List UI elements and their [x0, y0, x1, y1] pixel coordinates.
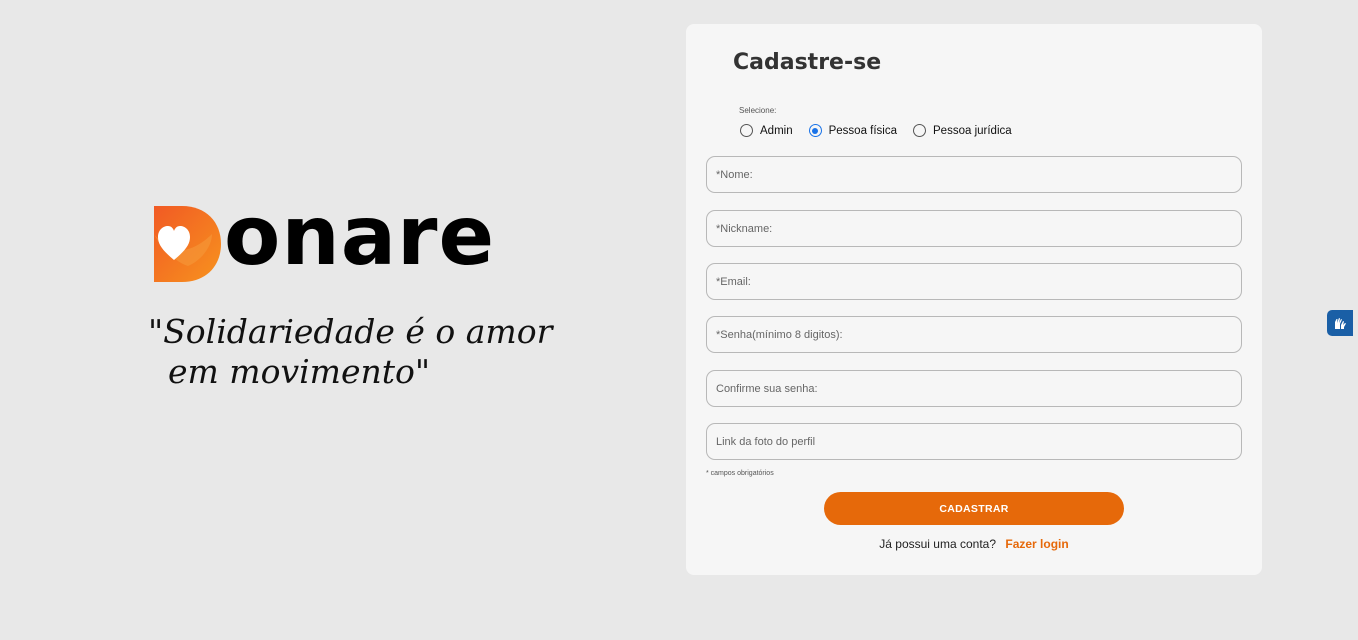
radio-pessoa-fisica[interactable]: Pessoa física — [808, 124, 898, 137]
brand-logo: onare — [152, 196, 572, 285]
hands-icon — [1335, 318, 1346, 329]
radio-checked-icon[interactable] — [808, 124, 822, 137]
confirm-field-wrapper — [706, 370, 1242, 407]
required-fields-note: * campos obrigatórios — [706, 470, 774, 477]
logo-text: onare — [224, 189, 496, 284]
radio-pessoa-fisica-label: Pessoa física — [828, 124, 898, 137]
nome-field-wrapper — [706, 156, 1242, 193]
radio-pessoa-juridica[interactable]: Pessoa jurídica — [913, 124, 1012, 137]
radio-pessoa-juridica-label: Pessoa jurídica — [933, 124, 1012, 137]
confirm-password-input[interactable] — [707, 371, 1241, 406]
sign-language-hands-icon[interactable] — [1327, 310, 1353, 336]
nome-input[interactable] — [707, 157, 1241, 192]
foto-field-wrapper — [706, 423, 1242, 460]
cadastrar-button[interactable]: CADASTRAR — [824, 492, 1124, 525]
logo-d-heart-icon — [154, 206, 221, 282]
slogan: "Solidariedade é o amor em movimento" — [148, 312, 568, 392]
slogan-line-1: "Solidariedade é o amor — [148, 312, 553, 351]
login-prompt: Já possui uma conta? — [879, 537, 997, 551]
email-field-wrapper — [706, 263, 1242, 300]
nickname-input[interactable] — [707, 211, 1241, 246]
nickname-field-wrapper — [706, 210, 1242, 247]
password-input[interactable] — [707, 317, 1241, 352]
select-label: Selecione: — [739, 106, 777, 115]
signup-card: Cadastre-se Selecione: Admin Pessoa físi… — [686, 24, 1262, 575]
slogan-line-2: em movimento" — [168, 352, 431, 391]
radio-circle-icon[interactable] — [913, 124, 927, 137]
profile-photo-input[interactable] — [707, 424, 1241, 459]
radio-admin[interactable]: Admin — [740, 124, 793, 137]
radio-circle-icon[interactable] — [740, 124, 753, 137]
senha-field-wrapper — [706, 316, 1242, 353]
account-type-radio-group: Admin Pessoa física Pessoa jurídica — [740, 124, 1028, 137]
login-row: Já possui uma conta? Fazer login — [686, 537, 1262, 551]
radio-admin-label: Admin — [760, 124, 793, 137]
page-title: Cadastre-se — [733, 50, 882, 75]
email-input[interactable] — [707, 264, 1241, 299]
login-link[interactable]: Fazer login — [1005, 537, 1068, 551]
